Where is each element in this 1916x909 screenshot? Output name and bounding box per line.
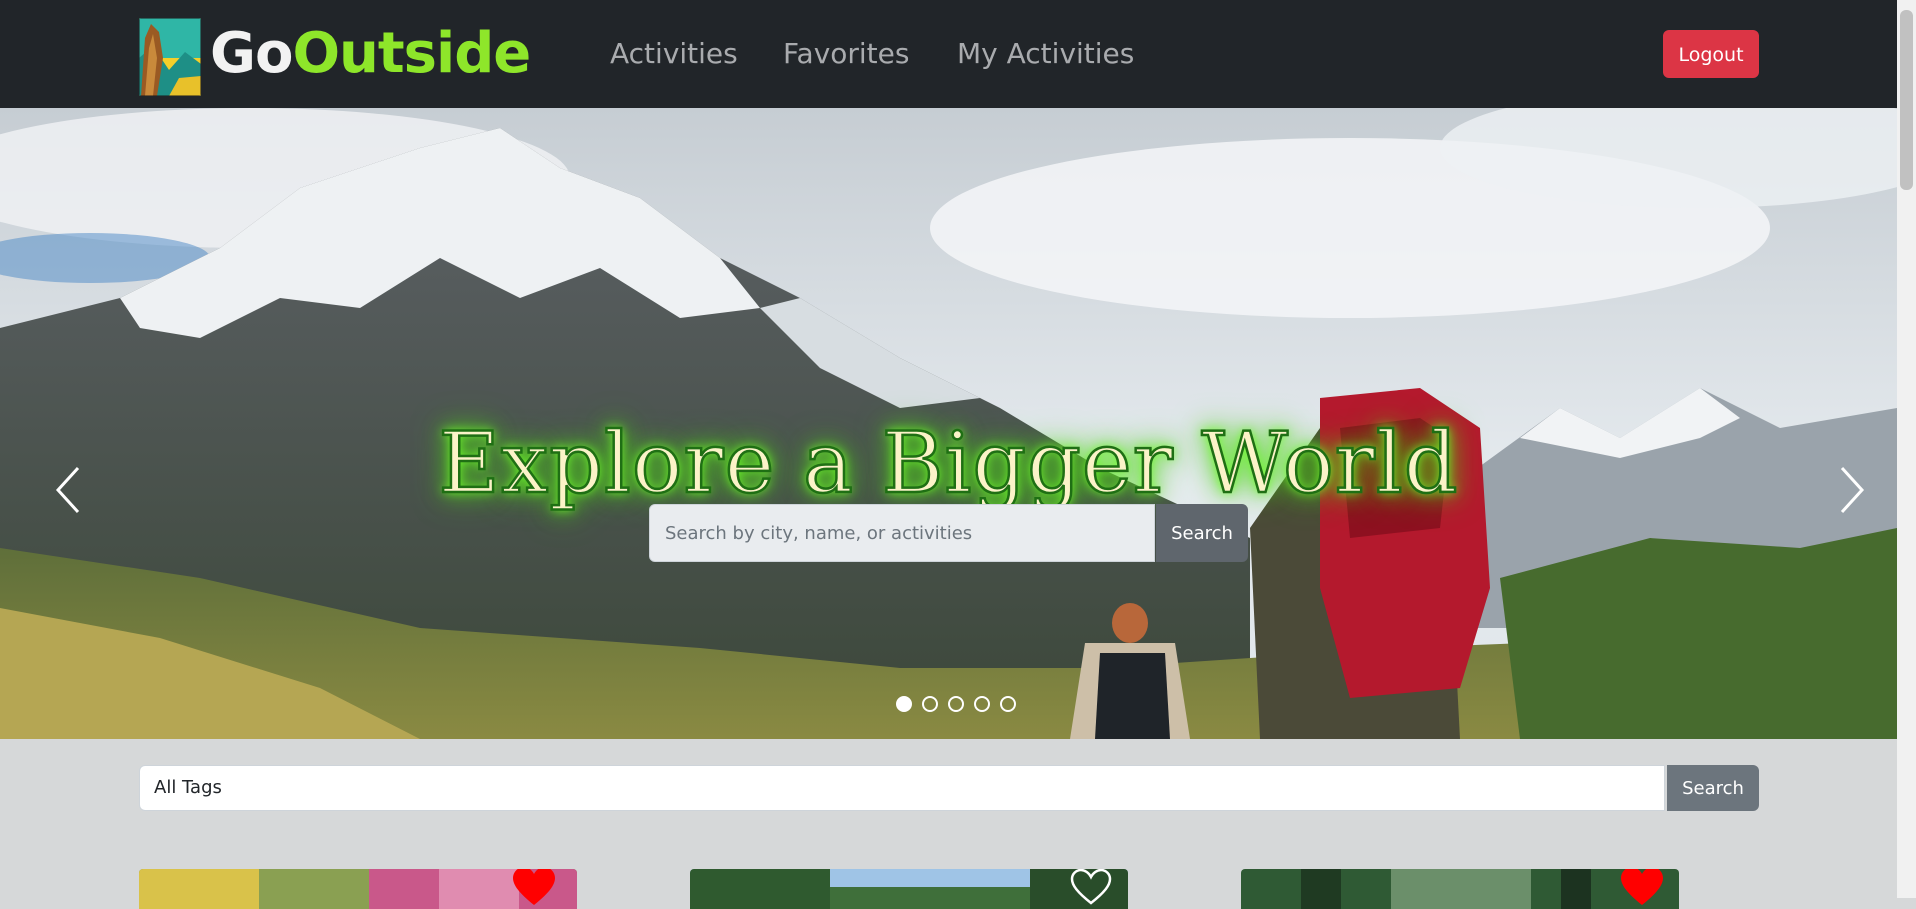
- navbar: GoOutside Activities Favorites My Activi…: [0, 0, 1897, 108]
- tag-select[interactable]: All Tags: [139, 765, 1665, 811]
- favorite-heart-outline-icon[interactable]: [1070, 869, 1112, 907]
- scrollbar-thumb[interactable]: [1900, 10, 1913, 190]
- activity-card-image: [690, 869, 1128, 909]
- hero-carousel: Explore a Bigger World: [0, 108, 1897, 739]
- hero-search-input[interactable]: [649, 504, 1155, 562]
- logo-image[interactable]: [139, 18, 201, 96]
- chevron-left-icon: [55, 466, 80, 514]
- activity-card-image: [139, 869, 577, 909]
- favorite-heart-icon[interactable]: [1621, 869, 1663, 907]
- logo-part-outside: Outside: [292, 21, 531, 86]
- hero-title: Explore a Bigger World: [437, 413, 1459, 514]
- logo-part-go: Go: [210, 21, 293, 86]
- nav-link-favorites[interactable]: Favorites: [783, 34, 909, 74]
- hero-search-button[interactable]: Search: [1156, 504, 1248, 562]
- tag-search-button[interactable]: Search: [1667, 765, 1759, 811]
- nav-link-my-activities[interactable]: My Activities: [957, 34, 1134, 74]
- carousel-indicator-2[interactable]: [922, 696, 938, 712]
- carousel-indicator-1[interactable]: [896, 696, 912, 712]
- carousel-indicator-4[interactable]: [974, 696, 990, 712]
- logout-button[interactable]: Logout: [1663, 30, 1759, 78]
- activity-card-image: [1241, 869, 1679, 909]
- activity-card-1[interactable]: [139, 869, 577, 909]
- favorite-heart-icon[interactable]: [513, 869, 555, 907]
- activity-card-3[interactable]: [1241, 869, 1679, 909]
- activity-card-2[interactable]: [690, 869, 1128, 909]
- nav-link-activities[interactable]: Activities: [610, 34, 738, 74]
- page-scrollbar[interactable]: [1897, 0, 1916, 898]
- logo-wordmark[interactable]: GoOutside: [210, 16, 531, 92]
- carousel-indicator-5[interactable]: [1000, 696, 1016, 712]
- carousel-next-arrow[interactable]: [1830, 462, 1870, 518]
- carousel-prev-arrow[interactable]: [50, 462, 90, 518]
- carousel-indicator-3[interactable]: [948, 696, 964, 712]
- chevron-right-icon: [1840, 466, 1865, 514]
